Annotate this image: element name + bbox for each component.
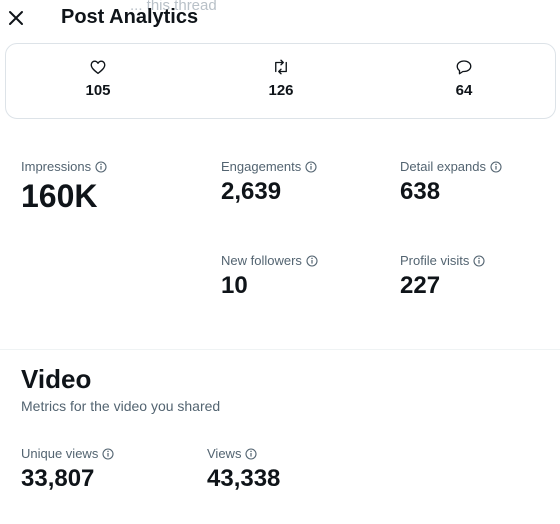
views-metric: Views 43,338 <box>207 446 280 493</box>
impressions-value: 160K <box>21 178 98 214</box>
info-icon[interactable] <box>473 254 485 267</box>
impressions-metric: Impressions 160K <box>21 159 107 215</box>
info-icon[interactable] <box>95 160 107 173</box>
unique-views-value: 33,807 <box>21 465 95 492</box>
engagements-value: 2,639 <box>221 178 282 205</box>
section-divider <box>0 349 560 350</box>
repost-icon <box>275 59 287 75</box>
info-icon[interactable] <box>490 160 502 173</box>
video-section-title: Video <box>21 364 92 394</box>
new-followers-value: 10 <box>221 272 248 299</box>
engagements-label: Engagements <box>221 159 302 174</box>
video-section-subtitle: Metrics for the video you shared <box>21 398 221 414</box>
replies-button[interactable]: 64 <box>434 58 494 99</box>
new-followers-metric: New followers 10 <box>221 253 318 300</box>
impressions-label: Impressions <box>21 159 92 174</box>
info-icon[interactable] <box>102 447 114 460</box>
replies-count: 64 <box>455 82 473 99</box>
detail-expands-metric: Detail expands 638 <box>400 159 502 206</box>
close-icon <box>9 11 23 25</box>
detail-expands-label: Detail expands <box>400 159 486 174</box>
reposts-count: 126 <box>268 82 294 99</box>
close-button[interactable] <box>6 8 26 28</box>
profile-visits-metric: Profile visits 227 <box>400 253 485 300</box>
profile-visits-label: Profile visits <box>400 253 470 268</box>
engagement-summary-card: 105 126 64 <box>5 43 556 119</box>
views-label: Views <box>207 446 242 461</box>
info-icon[interactable] <box>245 447 258 460</box>
page-title: Post Analytics <box>61 6 199 28</box>
info-icon[interactable] <box>305 160 317 173</box>
heart-icon <box>90 60 106 75</box>
engagements-metric: Engagements 2,639 <box>221 159 317 206</box>
new-followers-label: New followers <box>221 253 302 268</box>
likes-button[interactable]: 105 <box>68 58 128 99</box>
header: ... this thread Post Analytics <box>0 0 560 38</box>
detail-expands-value: 638 <box>400 178 441 205</box>
reply-icon <box>456 60 472 75</box>
profile-visits-value: 227 <box>400 272 441 299</box>
unique-views-label: Unique views <box>21 446 99 461</box>
unique-views-metric: Unique views 33,807 <box>21 446 114 493</box>
info-icon[interactable] <box>306 254 318 267</box>
likes-count: 105 <box>85 82 111 99</box>
views-value: 43,338 <box>207 465 281 492</box>
reposts-button[interactable]: 126 <box>251 58 311 99</box>
